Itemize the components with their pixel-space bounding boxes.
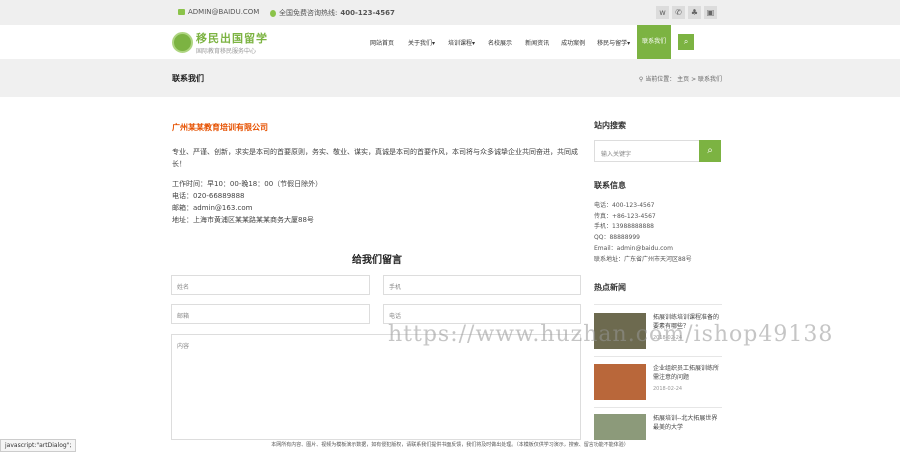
main-nav: 移民出国留学 国际教育移民服务中心 网站首页 关于我们▾ 培训课程▾ 名校展示 … — [0, 25, 900, 59]
company-name: 广州某某教育培训有限公司 — [172, 123, 268, 132]
work-hours: 工作时间：早10：00-晚18：00（节假日除外） — [172, 180, 323, 188]
contact-title: 联系信息 — [594, 181, 626, 190]
contact-section: 联系信息 电话：400-123-4567 传真：+86-123-4567 手机：… — [594, 180, 722, 265]
contact-list: 电话：400-123-4567 传真：+86-123-4567 手机：13988… — [594, 201, 722, 265]
company-email: 邮箱：admin@163.com — [172, 204, 253, 212]
wechat-icon[interactable]: ✆ — [672, 6, 685, 19]
tree-logo-icon — [172, 32, 193, 53]
hot-news-title: 热点新闻 — [594, 283, 626, 292]
footer-notice: 本网所有内容、图片、视频为模板演示数据，如有侵犯版权，请联系我们提供书面反馈，我… — [0, 440, 900, 452]
topbar-hotline: 全国免费咨询热线: 400-123-4567 — [270, 8, 395, 18]
hot-news-section: 热点新闻 — [594, 282, 722, 293]
company-info: 工作时间：早10：00-晚18：00（节假日除外） 电话：020-6688988… — [172, 178, 582, 226]
nav-item-schools[interactable]: 名校展示 — [488, 38, 512, 47]
topbar-email-text: ADMIN@BAIDU.COM — [188, 8, 260, 16]
nav-item-immigration[interactable]: 移民与留学▾ — [597, 38, 630, 47]
name-field[interactable]: 姓名 — [171, 275, 370, 295]
company-address: 地址：上海市黄浦区某某路某某商务大厦88号 — [172, 216, 314, 224]
sidebar-search-button[interactable]: ⌕ — [699, 140, 721, 162]
breadcrumb: ⚲ 当前位置： 主页 > 联系我们 — [639, 74, 722, 83]
phone-field[interactable]: 电话 — [383, 304, 581, 324]
top-bar: ADMIN@BAIDU.COM 全国免费咨询热线: 400-123-4567 w… — [0, 0, 900, 25]
nav-item-news[interactable]: 新闻资讯 — [525, 38, 549, 47]
contact-address: 联系地址：广东省广州市天河区88号 — [594, 255, 692, 263]
nav-item-courses[interactable]: 培训课程▾ — [448, 38, 475, 47]
email-field[interactable]: 邮箱 — [171, 304, 370, 324]
topbar-email: ADMIN@BAIDU.COM — [178, 8, 259, 16]
contact-content: 广州某某教育培训有限公司 专业、严谨、创新，求实是本司的首要原则，务实、敬业、谋… — [172, 122, 582, 226]
page-title: 联系我们 — [172, 74, 204, 83]
news-item[interactable]: 拓展培训--北大拓展世界最美的大学 — [594, 414, 721, 440]
company-intro: 专业、严谨、创新，求实是本司的首要原则，务实、敬业、谋实，真诚是本司的首要作风，… — [172, 148, 578, 168]
contact-tel: 电话：400-123-4567 — [594, 202, 655, 209]
sidebar-search-input[interactable]: 输入关键字 — [601, 149, 631, 158]
page-header: 联系我们 ⚲ 当前位置： 主页 > 联系我们 — [0, 59, 900, 97]
nav-item-cases[interactable]: 成功案例 — [561, 38, 585, 47]
contact-mobile: 手机：13988888888 — [594, 223, 654, 231]
company-phone: 电话：020-66889888 — [172, 192, 245, 200]
topbar-hotline-number: 400-123-4567 — [340, 9, 395, 17]
breadcrumb-prefix: 当前位置： — [645, 76, 676, 83]
news-thumbnail[interactable] — [594, 364, 646, 400]
site-logo[interactable]: 移民出国留学 国际教育移民服务中心 — [172, 30, 268, 55]
nav-menu: 网站首页 关于我们▾ 培训课程▾ 名校展示 新闻资讯 成功案例 移民与留学▾ 联… — [370, 25, 695, 59]
social-icons: w ✆ ♣ ▣ — [656, 6, 717, 19]
brand-tagline: 国际教育移民服务中心 — [196, 48, 257, 55]
watermark-text: https://www.huzhan.com/ishop49138 — [388, 322, 834, 347]
brand-name: 移民出国留学 — [196, 32, 268, 45]
sidebar-search: 输入关键字 ⌕ — [594, 140, 721, 162]
news-title[interactable]: 拓展培训--北大拓展世界最美的大学 — [653, 414, 721, 432]
contact-fax: 传真：+86-123-4567 — [594, 212, 656, 220]
breadcrumb-path[interactable]: 主页 > 联系我们 — [677, 76, 722, 83]
cart-icon[interactable]: ▣ — [704, 6, 717, 19]
news-thumbnail[interactable] — [594, 414, 646, 440]
news-title[interactable]: 企业组织员工拓展训练所需注意的问题 — [653, 364, 721, 382]
phone-icon — [270, 9, 276, 17]
content-textarea[interactable]: 内容 — [171, 334, 581, 440]
contact-qq: QQ：88888999 — [594, 234, 640, 242]
browser-status-bar: javascript:"artDialog"; — [0, 439, 77, 452]
message-form-title: 给我们留言 — [352, 255, 402, 266]
nav-search-button[interactable]: ⌕ — [678, 34, 695, 50]
topbar-hotline-label: 全国免费咨询热线: — [279, 9, 338, 17]
nav-item-contact[interactable]: 联系我们 — [637, 25, 672, 59]
mail-icon — [178, 9, 185, 15]
weibo-icon[interactable]: w — [656, 6, 669, 19]
nav-item-about[interactable]: 关于我们▾ — [408, 38, 435, 47]
search-section: 站内搜索 — [594, 120, 722, 131]
divider — [594, 304, 722, 305]
news-date: 2018-02-24 — [653, 386, 683, 392]
divider — [594, 356, 722, 357]
mobile-field[interactable]: 手机 — [383, 275, 581, 295]
search-title: 站内搜索 — [594, 121, 626, 130]
news-item[interactable]: 企业组织员工拓展训练所需注意的问题 2018-02-24 — [594, 364, 721, 400]
nav-item-home[interactable]: 网站首页 — [370, 38, 394, 47]
divider — [594, 407, 722, 408]
qq-icon[interactable]: ♣ — [688, 6, 701, 19]
contact-email: Email：admin@baidu.com — [594, 244, 673, 252]
